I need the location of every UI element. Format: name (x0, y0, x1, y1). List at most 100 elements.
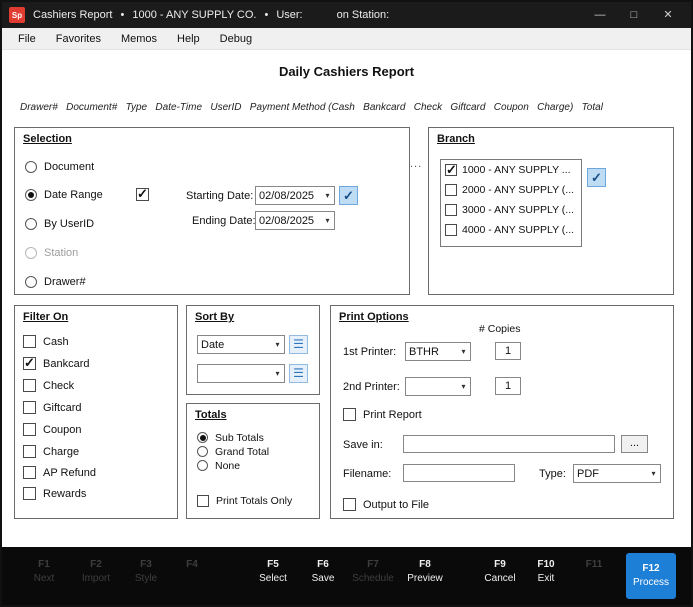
radio-document[interactable]: Document (25, 159, 94, 174)
checkbox-icon (343, 408, 356, 421)
fkey-f12-process-button[interactable]: F12 Process (626, 553, 676, 599)
branch-check-button[interactable]: ✓ (587, 168, 606, 187)
menu-item-favorites[interactable]: Favorites (46, 28, 111, 50)
branch-checkbox[interactable] (445, 224, 457, 236)
title-company: 1000 - ANY SUPPLY CO. (132, 9, 256, 21)
filter-check[interactable]: Check (23, 378, 74, 393)
branch-item[interactable]: 3000 - ANY SUPPLY (... (441, 200, 581, 220)
filename-input[interactable] (403, 464, 515, 482)
sort-by-group: Sort By Date ▾ ☰ ▾ ☰ (186, 305, 320, 395)
fkey-f10-exit[interactable]: F10 Exit (537, 559, 554, 585)
checkbox-label: Print Totals Only (216, 495, 292, 507)
print-totals-only-checkbox-row[interactable]: Print Totals Only (197, 493, 292, 508)
radio-by-userid[interactable]: By UserID (25, 216, 94, 231)
save-in-input[interactable] (403, 435, 615, 453)
branch-checkbox[interactable] (445, 164, 457, 176)
radio-none[interactable]: None (197, 458, 240, 473)
filter-coupon[interactable]: Coupon (23, 422, 82, 437)
function-key-bar: F1 Next F2 Import F3 Style F4 F5 Select … (2, 547, 691, 605)
date-check-button[interactable]: ✓ (339, 186, 358, 205)
minimize-button[interactable]: — (583, 2, 617, 28)
type-combobox[interactable]: PDF ▾ (573, 464, 661, 483)
printer2-copies-input[interactable] (495, 377, 521, 395)
branch-item[interactable]: 4000 - ANY SUPPLY (... (441, 220, 581, 240)
browse-button[interactable]: ... (621, 435, 648, 453)
printer1-copies-input[interactable] (495, 342, 521, 360)
maximize-button[interactable]: □ (617, 2, 651, 28)
fkey-f2: F2 Import (82, 559, 110, 585)
branch-checkbox[interactable] (445, 204, 457, 216)
selection-group: Selection Document Date Range Starting D… (14, 127, 410, 295)
title-station-label: on Station: (337, 9, 390, 21)
checkbox-label: Check (43, 380, 74, 392)
filter-rewards[interactable]: Rewards (23, 486, 86, 501)
printer1-combobox[interactable]: BTHR ▾ (405, 342, 471, 361)
fkey-f6-save[interactable]: F6 Save (312, 559, 335, 585)
checkbox-label: Cash (43, 336, 69, 348)
menu-bar: File Favorites Memos Help Debug (2, 28, 691, 50)
sort-by-value-1: Date (198, 339, 271, 351)
fkey-f5-select[interactable]: F5 Select (259, 559, 287, 585)
fkey-action: Preview (407, 573, 443, 584)
sort-by-combobox-1[interactable]: Date ▾ (197, 335, 285, 354)
fkey-action: Next (34, 573, 55, 584)
radio-drawer[interactable]: Drawer# (25, 274, 86, 289)
starting-date-combobox[interactable]: 02/08/2025 ▾ (255, 186, 335, 205)
checkbox-label: Coupon (43, 424, 82, 436)
branch-checkbox[interactable] (445, 184, 457, 196)
branch-item[interactable]: 2000 - ANY SUPPLY (... (441, 180, 581, 200)
menu-item-memos[interactable]: Memos (111, 28, 167, 50)
printer2-combobox[interactable]: ▾ (405, 377, 471, 396)
window-title: Cashiers Report (33, 9, 112, 21)
sort-by-combobox-2[interactable]: ▾ (197, 364, 285, 383)
filter-on-group: Filter On Cash Bankcard Check Giftcard C… (14, 305, 178, 519)
title-user-label: User: (276, 9, 302, 21)
title-separator-2: • (264, 9, 268, 21)
radio-icon (197, 446, 208, 457)
sort-list-icon-button-1[interactable]: ☰ (289, 335, 308, 354)
filter-charge[interactable]: Charge (23, 444, 79, 459)
filename-label: Filename: (343, 468, 391, 480)
fkey-name: F7 (352, 559, 394, 571)
radio-label: Station (44, 247, 78, 259)
report-columns-header: Drawer# Document# Type Date-Time UserID … (20, 102, 603, 113)
menu-item-help[interactable]: Help (167, 28, 210, 50)
fkey-f7: F7 Schedule (352, 559, 394, 585)
radio-grand-total[interactable]: Grand Total (197, 444, 269, 459)
date-range-checkbox[interactable] (136, 188, 149, 201)
menu-item-file[interactable]: File (8, 28, 46, 50)
radio-icon (25, 189, 37, 201)
radio-label: Document (44, 161, 94, 173)
ending-date-label: Ending Date: (192, 215, 256, 227)
fkey-f8-preview[interactable]: F8 Preview (407, 559, 443, 585)
fkey-name: F9 (484, 559, 515, 571)
radio-date-range[interactable]: Date Range (25, 187, 103, 202)
fkey-f1: F1 Next (34, 559, 55, 585)
fkey-action: Process (633, 577, 669, 589)
checkbox-label: Output to File (363, 499, 429, 511)
filter-ap-refund[interactable]: AP Refund (23, 465, 96, 480)
chevron-down-icon: ▾ (321, 216, 334, 225)
radio-icon (25, 276, 37, 288)
checkbox-icon (197, 495, 209, 507)
sort-list-icon-button-2[interactable]: ☰ (289, 364, 308, 383)
branch-item[interactable]: 1000 - ANY SUPPLY ... (441, 160, 581, 180)
fkey-f9-cancel[interactable]: F9 Cancel (484, 559, 515, 585)
ending-date-combobox[interactable]: 02/08/2025 ▾ (255, 211, 335, 230)
radio-sub-totals[interactable]: Sub Totals (197, 430, 264, 445)
menu-item-debug[interactable]: Debug (210, 28, 262, 50)
filter-on-group-label: Filter On (23, 311, 68, 323)
filter-giftcard[interactable]: Giftcard (23, 400, 82, 415)
branch-listbox[interactable]: 1000 - ANY SUPPLY ... 2000 - ANY SUPPLY … (440, 159, 582, 247)
close-button[interactable]: ✕ (651, 2, 685, 28)
starting-date-value: 02/08/2025 (256, 190, 321, 202)
branch-item-label: 3000 - ANY SUPPLY (... (462, 204, 574, 216)
fkey-action: Select (259, 573, 287, 584)
radio-label: Grand Total (215, 446, 269, 458)
printer1-label: 1st Printer: (343, 346, 396, 358)
filter-bankcard[interactable]: Bankcard (23, 356, 89, 371)
fkey-action: Style (135, 573, 157, 584)
print-report-checkbox-row[interactable]: Print Report (343, 407, 422, 422)
output-to-file-checkbox-row[interactable]: Output to File (343, 497, 429, 512)
filter-cash[interactable]: Cash (23, 334, 69, 349)
